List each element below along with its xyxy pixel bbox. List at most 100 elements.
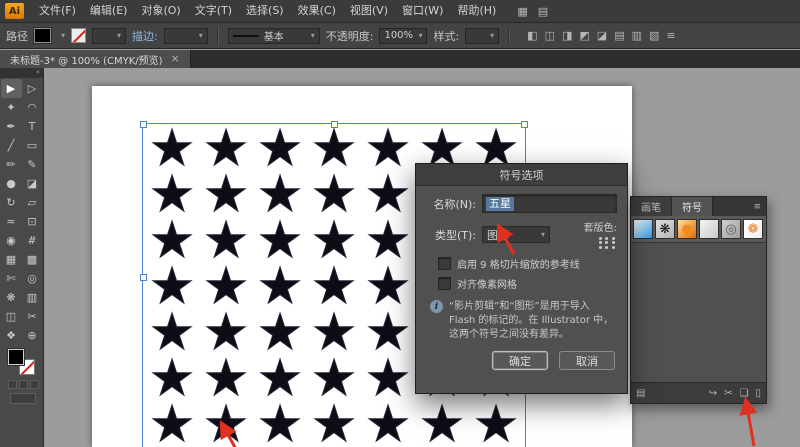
break-symbol-link-icon[interactable]: ✂ [724,388,732,399]
symbol-libraries-icon[interactable]: ▤ [636,388,645,399]
dropdown-icon: ▾ [541,230,545,239]
align-right-icon[interactable]: ◨ [562,29,572,42]
work-area: ★★★★★★★★★★★★★★★★★★★★★★★★★★★★★★★★★★★★★★★★… [0,68,800,447]
menu-view[interactable]: 视图(V) [343,0,395,22]
mesh-tool[interactable]: ▦ [1,250,22,269]
registration-group: 套版色: [584,219,617,250]
close-tab-icon[interactable]: × [171,54,180,64]
panel-menu-icon[interactable]: ≡ [748,197,766,216]
brush-definition-select[interactable]: 基本 ▾ [228,28,320,44]
workspace-switcher-icon[interactable]: ▤ [538,5,548,18]
shape-builder-tool[interactable]: ◉ [1,231,22,250]
symbol-name-input[interactable]: 五星 [482,194,617,213]
menu-help[interactable]: 帮助(H) [450,0,503,22]
ok-button[interactable]: 确定 [492,351,548,370]
fill-stroke-swatches[interactable] [8,349,43,377]
artboard-tool[interactable]: ◫ [1,307,22,326]
place-symbol-instance-icon[interactable]: ↪ [709,388,717,399]
style-select[interactable]: ▾ [465,28,499,44]
color-mode-button[interactable] [8,380,17,389]
selection-handle[interactable] [140,274,147,281]
document-tab[interactable]: 未标题-3* @ 100% (CMYK/预览) × [0,50,191,68]
selection-tool[interactable]: ▶ [1,79,22,98]
variable-width-profile-select[interactable]: ▾ [164,28,208,44]
symbol-thumb-flower[interactable]: ❁ [743,219,763,239]
selection-handle[interactable] [140,121,147,128]
menu-edit[interactable]: 编辑(E) [83,0,135,22]
eyedropper-tool[interactable]: ✄ [1,269,22,288]
direct-selection-tool[interactable]: ▷ [22,79,43,98]
blend-tool[interactable]: ◎ [22,269,43,288]
type-tool[interactable]: T [22,117,43,136]
nine-slice-label: 启用 9 格切片缩放的参考线 [457,256,580,271]
fill-swatch[interactable] [8,349,24,365]
menu-select[interactable]: 选择(S) [239,0,291,22]
type-label: 类型(T): [426,227,476,243]
menu-object[interactable]: 对象(O) [134,0,187,22]
dropdown-icon: ▾ [117,31,121,40]
symbol-sprayer-tool[interactable]: ❋ [1,288,22,307]
cancel-button[interactable]: 取消 [559,351,615,370]
hand-tool[interactable]: ❖ [1,326,22,345]
align-center-icon[interactable]: ◫ [545,29,555,42]
stroke-panel-link[interactable]: 描边: [132,28,158,44]
symbol-type-select[interactable]: 图形 ▾ [482,226,550,243]
new-symbol-icon[interactable]: ❏ [740,388,749,399]
align-top-icon[interactable]: ◩ [579,29,589,42]
symbol-thumb-ring[interactable]: ◎ [721,219,741,239]
menu-type[interactable]: 文字(T) [188,0,239,22]
free-transform-tool[interactable]: ⊡ [22,212,43,231]
symbols-list-area[interactable] [631,243,766,383]
app-logo-icon[interactable]: Ai [5,3,24,19]
symbol-thumb-card[interactable] [699,219,719,239]
isolate-icon[interactable]: ▧ [649,29,659,42]
tools-panel-collapse-icon[interactable]: « [0,68,43,78]
slice-tool[interactable]: ✂ [22,307,43,326]
arrange-documents-icon[interactable]: ▦ [517,5,527,18]
zoom-tool[interactable]: ⊕ [22,326,43,345]
magic-wand-tool[interactable]: ✦ [1,98,22,117]
transform-icon[interactable]: ▥ [632,29,642,42]
scale-tool[interactable]: ▱ [22,193,43,212]
eraser-tool[interactable]: ◪ [22,174,43,193]
line-segment-tool[interactable]: ╱ [1,136,22,155]
stroke-color-swatch[interactable] [71,28,86,43]
selection-handle[interactable] [331,121,338,128]
opacity-select[interactable]: 100%▾ [379,28,427,44]
distribute-icon[interactable]: ▤ [614,29,624,42]
selection-handle[interactable] [521,121,528,128]
lasso-tool[interactable]: ◠ [22,98,43,117]
screen-mode-button[interactable] [10,393,36,404]
rotate-tool[interactable]: ↻ [1,193,22,212]
perspective-grid-tool[interactable]: # [22,231,43,250]
align-bottom-icon[interactable]: ◪ [597,29,607,42]
fill-color-swatch[interactable] [34,28,51,43]
width-tool[interactable]: ≈ [1,212,22,231]
pencil-tool[interactable]: ✎ [22,155,43,174]
rectangle-tool[interactable]: ▭ [22,136,43,155]
align-pixel-grid-checkbox[interactable] [438,277,451,290]
symbol-thumb-splatter[interactable]: ❋ [655,219,675,239]
gradient-tool[interactable]: ▩ [22,250,43,269]
fill-dropdown-icon[interactable]: ▾ [61,31,65,40]
paintbrush-tool[interactable]: ✏ [1,155,22,174]
align-left-icon[interactable]: ◧ [527,29,537,42]
menu-file[interactable]: 文件(F) [32,0,83,22]
none-mode-button[interactable] [30,380,39,389]
gradient-mode-button[interactable] [19,380,28,389]
tab-brushes[interactable]: 画笔 [631,197,672,216]
symbol-thumb-gradient[interactable] [633,219,653,239]
menu-window[interactable]: 窗口(W) [395,0,450,22]
registration-point-grid[interactable] [597,236,617,250]
more-options-icon[interactable]: ≡ [666,29,675,42]
menu-effect[interactable]: 效果(C) [291,0,343,22]
column-graph-tool[interactable]: ▥ [22,288,43,307]
blob-brush-tool[interactable]: ● [1,174,22,193]
tab-symbols[interactable]: 符号 [672,197,713,216]
stroke-weight-field[interactable]: ▾ [92,28,126,44]
pen-tool[interactable]: ✒ [1,117,22,136]
nine-slice-checkbox[interactable] [438,257,451,270]
symbol-thumb-orb[interactable]: ● [677,219,697,239]
delete-symbol-icon[interactable]: ▯ [755,388,761,399]
dialog-title[interactable]: 符号选项 [416,164,627,186]
